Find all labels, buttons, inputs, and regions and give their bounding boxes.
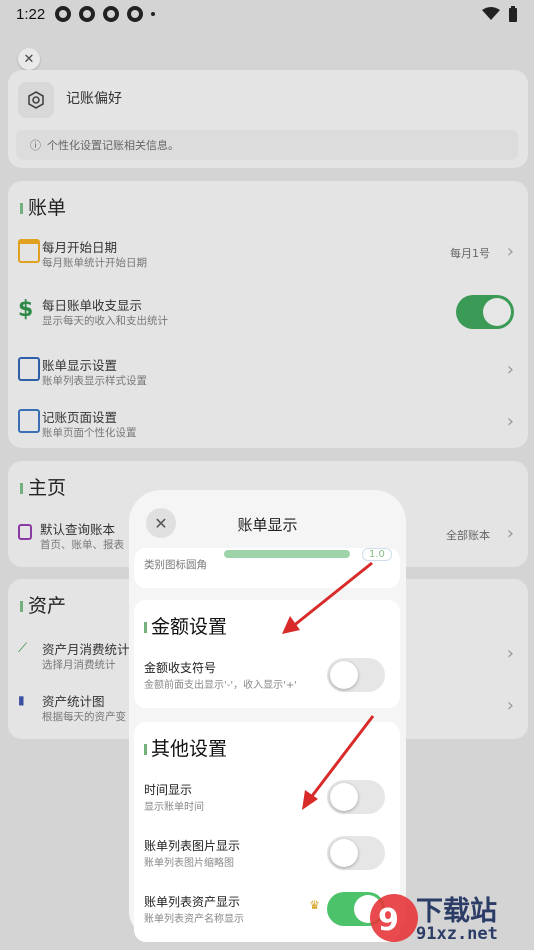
preferences-info-text: 个性化设置记账相关信息。 [47,139,179,152]
chevron-right-icon: › [506,359,514,380]
icon-radius-label: 类别图标圆角 [144,559,207,571]
row-amount-sign: 金额收支符号 金额前面支出显示'-'，收入显示'+' [134,654,400,698]
info-icon: ⓘ [30,139,41,152]
notification-icon [103,6,120,22]
other-settings-title: 其他设置 [144,734,227,761]
amount-settings-card: 金额设置 金额收支符号 金额前面支出显示'-'，收入显示'+' [134,600,400,708]
trend-chart-icon: ⟋ [18,641,28,656]
icon-radius-value: 1.0 [362,548,392,561]
watermark-text: 下载站 [416,896,497,927]
preferences-card: 记账偏好 ⓘ 个性化设置记账相关信息。 [8,70,528,168]
row-bill-display-settings[interactable]: 账单显示设置 账单列表显示样式设置 › [8,349,528,397]
bill-section: 账单 每月开始日期 每月账单统计开始日期 每月1号 › $ 每日账单收支显示 显… [8,181,528,448]
section-title: 资产 [20,591,66,618]
amount-settings-title: 金额设置 [144,612,227,639]
row-time-display: 时间显示 显示账单时间 [134,776,400,820]
section-title: 主页 [20,473,66,500]
bar-chart-icon: ▮ [18,693,25,707]
chevron-right-icon: › [506,411,514,432]
battery-icon [509,6,517,22]
month-start-value: 每月1号 [450,247,490,260]
chevron-right-icon: › [506,523,514,544]
time-display-toggle[interactable] [327,780,385,814]
calendar-icon [18,239,40,263]
preferences-title: 记账偏好 [66,91,122,107]
modal-title: 账单显示 [237,516,298,534]
watermark-url: 91xz.net [416,924,498,944]
more-notifications-icon [151,12,156,16]
daily-display-toggle[interactable] [456,295,514,329]
row-record-page-settings[interactable]: 记账页面设置 账单页面个性化设置 › [8,401,528,449]
default-ledger-value: 全部账本 [446,529,490,542]
icon-radius-slider[interactable] [224,550,350,558]
notification-icon [55,6,72,22]
ledger-icon [18,521,40,545]
dollar-icon: $ [18,297,34,322]
image-display-toggle[interactable] [327,836,385,870]
row-month-start-date[interactable]: 每月开始日期 每月账单统计开始日期 每月1号 › [8,231,528,279]
status-bar: 1:22 [0,0,534,28]
chevron-right-icon: › [506,241,514,262]
preferences-info: ⓘ 个性化设置记账相关信息。 [16,130,518,160]
close-button[interactable]: ✕ [18,48,40,70]
notification-icon [127,6,144,22]
row-daily-income-expense: $ 每日账单收支显示 显示每天的收入和支出统计 [8,289,528,337]
section-title: 账单 [20,193,66,220]
status-time: 1:22 [16,5,46,23]
svg-text:9: 9 [378,903,399,938]
document-icon [18,409,40,433]
wifi-icon [482,7,500,20]
amount-sign-toggle[interactable] [327,658,385,692]
list-icon [18,357,40,381]
notification-icon [79,6,96,22]
icon-radius-card: 1.0 类别图标圆角 [134,548,400,588]
crown-icon: ♛ [309,898,320,912]
row-image-display: 账单列表图片显示 账单列表图片缩略图 [134,832,400,876]
chevron-right-icon: › [506,695,514,716]
chevron-right-icon: › [506,643,514,664]
settings-icon [18,82,54,118]
